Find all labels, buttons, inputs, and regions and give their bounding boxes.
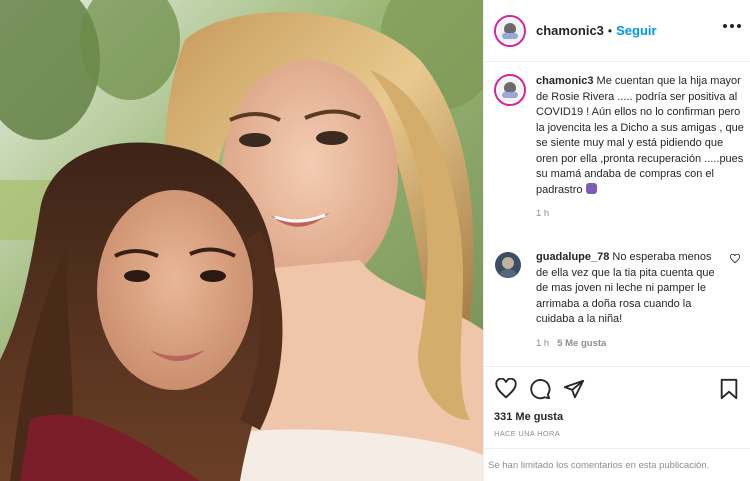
emoji-icon: [585, 182, 597, 194]
caption-username[interactable]: chamonic3: [536, 75, 593, 87]
bookmark-icon[interactable]: [717, 377, 741, 401]
caption-avatar[interactable]: [494, 74, 526, 106]
comments-list[interactable]: chamonic3 Me cuentan que la hija mayor d…: [484, 62, 750, 366]
comment-likes[interactable]: 5 Me gusta: [557, 338, 606, 349]
comment-meta: 1 h 5 Me gusta: [536, 338, 744, 349]
comments-limited-notice: Se han limitado los comentarios en esta …: [484, 448, 750, 481]
comment-icon[interactable]: [528, 377, 552, 401]
post-header: chamonic3 • Seguir: [484, 0, 750, 62]
caption: chamonic3 Me cuentan que la hija mayor d…: [494, 74, 744, 219]
follow-button[interactable]: Seguir: [616, 23, 656, 38]
author-avatar[interactable]: [494, 14, 526, 47]
caption-meta: 1 h: [536, 208, 744, 219]
caption-time[interactable]: 1 h: [536, 208, 549, 219]
post-side-panel: chamonic3 • Seguir chamonic3 Me cuentan …: [483, 0, 750, 481]
comment-username[interactable]: guadalupe_78: [536, 251, 609, 263]
comment-body: guadalupe_78 No esperaba menos de ella v…: [536, 250, 744, 328]
heart-small-icon[interactable]: [730, 254, 740, 264]
post-photo[interactable]: [0, 0, 483, 481]
caption-body: chamonic3 Me cuentan que la hija mayor d…: [536, 74, 744, 198]
action-icons: [494, 377, 741, 401]
likes-count[interactable]: 331 Me gusta: [494, 411, 741, 423]
heart-icon[interactable]: [494, 377, 518, 401]
more-options-icon[interactable]: [723, 24, 741, 30]
comment-time[interactable]: 1 h: [536, 338, 549, 349]
post-actions: 331 Me gusta HACE UNA HORA: [484, 366, 750, 448]
post-timestamp[interactable]: HACE UNA HORA: [494, 429, 741, 438]
comment-item: guadalupe_78 No esperaba menos de ella v…: [494, 250, 744, 349]
header-separator: •: [607, 23, 613, 38]
commenter-avatar[interactable]: [495, 252, 521, 278]
post-photo-illustration: [0, 0, 483, 481]
share-icon[interactable]: [562, 377, 586, 401]
caption-text: Me cuentan que la hija mayor de Rosie Ri…: [536, 75, 744, 196]
author-username[interactable]: chamonic3: [536, 23, 604, 38]
